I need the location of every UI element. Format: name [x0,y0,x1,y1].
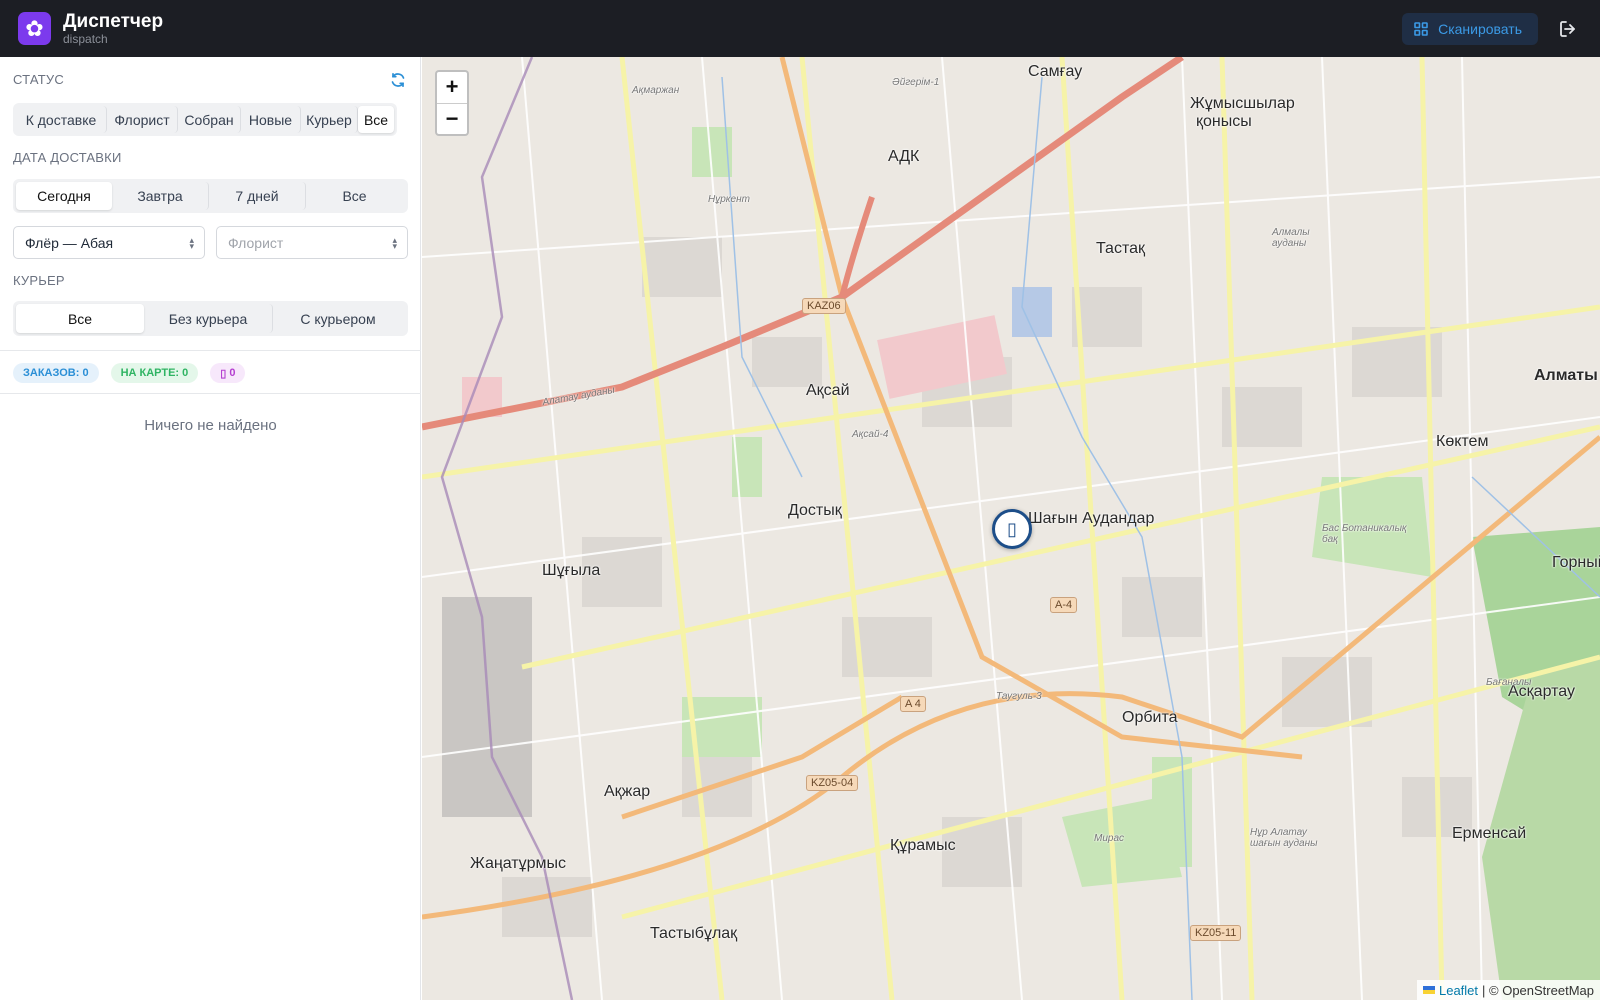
status-filter: К доставке Флорист Собран Новые Курьер В… [13,103,397,136]
logout-button[interactable] [1554,15,1582,43]
scan-button-label: Сканировать [1438,20,1522,37]
status-label: Статус [13,72,64,87]
select-caret-icon: ▴ ▾ [392,234,397,251]
zoom-in-button[interactable]: + [437,72,467,104]
florist-select-placeholder: Флорист [228,234,284,251]
app-title: Диспетчер [63,11,164,32]
map-label: Мирас [1094,833,1125,844]
courier-option-none[interactable]: Без курьера [144,304,273,333]
flower-logo-icon: ✿ [18,12,51,45]
ukraine-flag-icon [1422,986,1435,994]
refresh-icon[interactable] [390,72,406,88]
status-option-courier[interactable]: Курьер [301,106,358,133]
app-subtitle: dispatch [63,32,108,46]
map-label: Жаңатұрмыс [470,855,566,872]
shop-select-value: Флёр — Абая [25,234,114,251]
delivery-date-label: Дата доставки [13,150,122,165]
on-map-count-badge: НА КАРТЕ: 0 [110,363,199,383]
map-label: Достық [788,502,842,519]
map-label: Алматы [1534,367,1598,384]
shop-select[interactable]: Флёр — Абая ▴ ▾ [13,226,205,259]
map-label: Тастақ [1096,240,1145,257]
road-shield: KAZ06 [802,298,846,314]
road-shield: KZ05-11 [1190,925,1242,941]
map-label: қонысы [1196,113,1252,130]
road-shield: KZ05-04 [806,775,859,791]
status-option-florist[interactable]: Флорист [107,106,178,133]
date-option-7days[interactable]: 7 дней [209,182,306,210]
empty-state: Ничего не найдено [144,417,277,434]
map-label: Ерменсай [1452,825,1527,842]
status-option-new[interactable]: Новые [241,106,301,133]
map-label: Ақсай [806,382,850,399]
road-shield: A-4 [1050,597,1078,613]
map-label: Әйгерім-1 [892,77,940,88]
zoom-out-button[interactable]: − [437,104,467,135]
florist-select[interactable]: Флорист ▴ ▾ [216,226,408,259]
date-option-all[interactable]: Все [306,182,403,210]
map-label: Нұр Алатау шағын ауданы [1250,827,1318,849]
map-label: Ақжар [604,783,651,800]
leaflet-link[interactable]: Leaflet [1439,983,1478,998]
date-option-today[interactable]: Сегодня [16,182,112,210]
logout-icon [1560,20,1575,37]
map-label: Көктем [1436,433,1489,450]
courier-label: Курьер [13,273,65,288]
map-label: Нұркент [708,194,750,205]
other-count-badge: ▯ 0 [210,363,246,383]
select-caret-icon: ▴ ▾ [189,234,194,251]
map-label: Алмалы ауданы [1272,227,1310,249]
delivery-date-filter: Сегодня Завтра 7 дней Все [13,179,408,213]
courier-filter: Все Без курьера С курьером [13,301,408,336]
map-label: Таугуль-3 [996,691,1042,702]
map-label: Тастыбұлақ [650,925,738,942]
store-icon: ▯ [1007,518,1017,539]
divider [0,350,421,351]
status-option-assembled[interactable]: Собран [178,106,241,133]
courier-option-assigned[interactable]: С курьером [273,304,403,333]
map-label: Бас Ботаникалық бақ [1322,523,1407,545]
scan-button[interactable]: Сканировать [1402,12,1538,45]
map-attribution: Leaflet | © OpenStreetMap [1416,980,1600,1000]
brand: Диспетчер dispatch [63,11,163,46]
counters: ЗАКАЗОВ: 0 НА КАРТЕ: 0 ▯ 0 [13,363,246,383]
road-shield: A 4 [900,696,926,712]
map-view[interactable]: Самғау Жұмысшылар қонысы АДК Тастақ Ақса… [422,57,1600,1000]
zoom-control: + − [435,70,469,136]
filter-sidebar: Статус К доставке Флорист Собран Новые К… [0,57,421,1000]
osm-attribution[interactable]: | © OpenStreetMap [1482,983,1594,998]
map-label: Ақмаржан [632,85,680,96]
shop-location-marker[interactable]: ▯ [992,509,1032,549]
app-header: ✿ Диспетчер dispatch Сканировать [0,0,1600,57]
orders-count-badge: ЗАКАЗОВ: 0 [13,363,99,383]
map-label: АДК [888,148,920,165]
map-label: Самғау [1028,63,1083,80]
status-option-delivery[interactable]: К доставке [16,106,107,133]
map-label: Құрамыс [890,837,956,854]
map-label: Орбита [1122,709,1178,726]
other-count-value: 0 [229,367,236,379]
map-label: Ақсай-4 [852,429,889,440]
map-label: Шағын Аудандар [1028,510,1155,527]
date-option-tomorrow[interactable]: Завтра [112,182,209,210]
qr-scan-icon [1414,21,1428,36]
divider [0,393,421,394]
status-option-all[interactable]: Все [358,106,394,133]
map-label: Бағаналы [1486,677,1532,688]
box-icon: ▯ [220,367,227,380]
map-label: Шұғыла [542,562,601,579]
courier-option-all[interactable]: Все [16,304,144,333]
map-label: Горный Г [1552,554,1600,571]
map-label: Жұмысшылар [1190,95,1295,112]
